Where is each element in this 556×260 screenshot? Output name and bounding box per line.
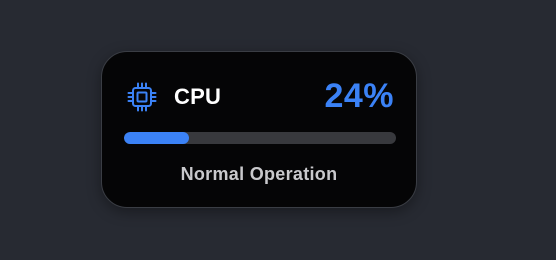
cpu-usage-value: 24% bbox=[324, 77, 394, 115]
status-text: Normal Operation bbox=[180, 164, 338, 184]
cpu-usage-bar bbox=[124, 132, 396, 144]
widget-title: CPU bbox=[174, 84, 222, 109]
cpu-widget: CPU 24% Normal Operation bbox=[101, 51, 417, 208]
cpu-usage-bar-fill bbox=[124, 132, 190, 144]
cpu-chip-icon bbox=[126, 81, 158, 113]
